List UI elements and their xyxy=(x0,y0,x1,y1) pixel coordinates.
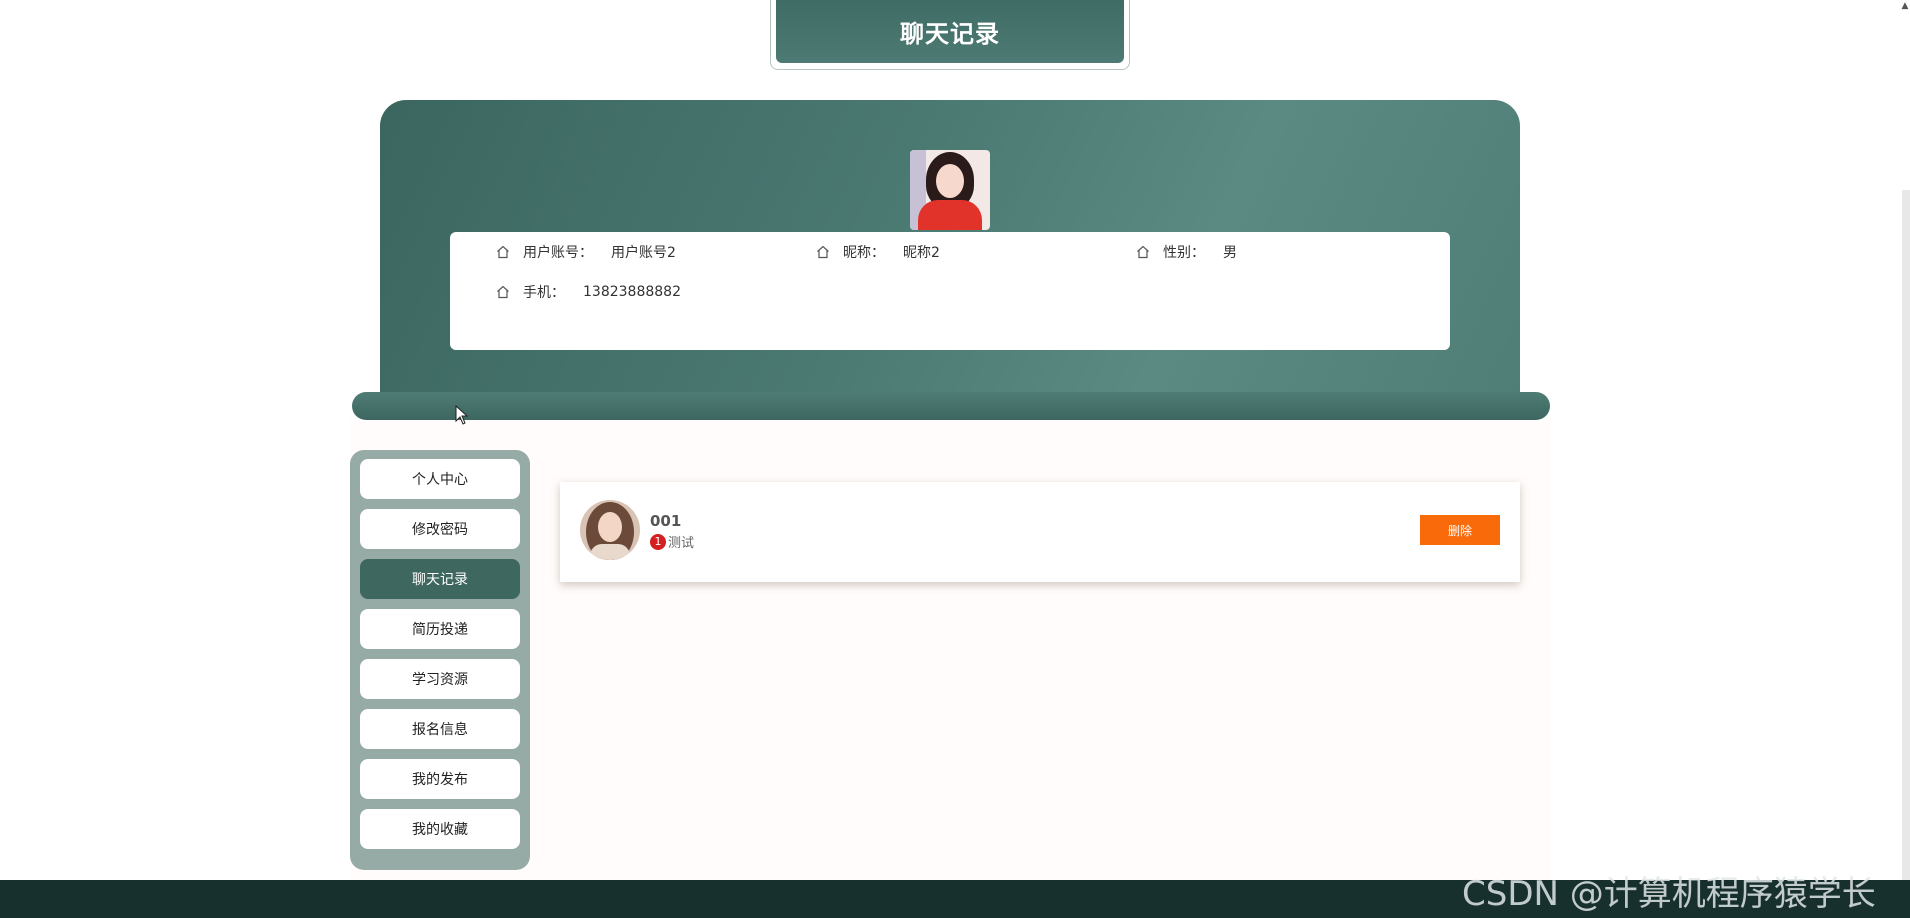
sidebar-nav: 个人中心 修改密码 聊天记录 简历投递 学习资源 报名信息 我的发布 我的收藏 xyxy=(350,450,530,870)
profile-banner-base xyxy=(352,392,1550,420)
page-scrollbar[interactable] xyxy=(1902,190,1910,880)
mouse-cursor-icon xyxy=(455,404,469,429)
nickname-label: 昵称： xyxy=(843,245,885,261)
home-icon xyxy=(495,284,511,300)
chat-contact-name: 001 xyxy=(650,512,682,530)
user-avatar xyxy=(910,150,990,230)
sidebar-item-registration-info[interactable]: 报名信息 xyxy=(360,709,520,749)
page-title: 聊天记录 xyxy=(776,0,1124,63)
gender-label: 性别： xyxy=(1163,245,1205,261)
account-label: 用户账号： xyxy=(523,245,593,261)
sidebar-item-my-posts[interactable]: 我的发布 xyxy=(360,759,520,799)
profile-nickname: 昵称： 昵称2 xyxy=(815,242,940,262)
nickname-value: 昵称2 xyxy=(903,245,940,261)
watermark: CSDN @计算机程序猿学长 xyxy=(1462,874,1876,914)
home-icon xyxy=(495,244,511,260)
gender-value: 男 xyxy=(1223,245,1237,261)
profile-account: 用户账号： 用户账号2 xyxy=(495,242,676,262)
delete-button[interactable]: 删除 xyxy=(1420,515,1500,545)
unread-badge: 1 xyxy=(650,533,666,550)
chat-last-message: 1 测试 xyxy=(650,532,694,551)
home-icon xyxy=(815,244,831,260)
profile-gender: 性别： 男 xyxy=(1135,242,1237,262)
profile-phone: 手机： 13823888882 xyxy=(495,282,681,302)
phone-label: 手机： xyxy=(523,285,565,301)
scroll-up-arrow-icon[interactable]: ▲ xyxy=(1900,0,1910,12)
home-icon xyxy=(1135,244,1151,260)
chat-message-text: 测试 xyxy=(668,536,695,551)
account-value: 用户账号2 xyxy=(611,245,676,261)
sidebar-item-learning-resources[interactable]: 学习资源 xyxy=(360,659,520,699)
page-title-tab: 聊天记录 xyxy=(770,0,1130,70)
phone-value: 13823888882 xyxy=(583,284,681,300)
sidebar-item-chat-history[interactable]: 聊天记录 xyxy=(360,559,520,599)
sidebar-item-personal-center[interactable]: 个人中心 xyxy=(360,459,520,499)
sidebar-item-resume-delivery[interactable]: 简历投递 xyxy=(360,609,520,649)
chat-list-item[interactable]: 001 1 测试 删除 xyxy=(560,482,1520,582)
profile-info-card: 用户账号： 用户账号2 昵称： 昵称2 性别： 男 手机： 1382388888… xyxy=(450,232,1450,350)
sidebar-item-my-favorites[interactable]: 我的收藏 xyxy=(360,809,520,849)
chat-avatar xyxy=(580,500,640,560)
sidebar-item-change-password[interactable]: 修改密码 xyxy=(360,509,520,549)
